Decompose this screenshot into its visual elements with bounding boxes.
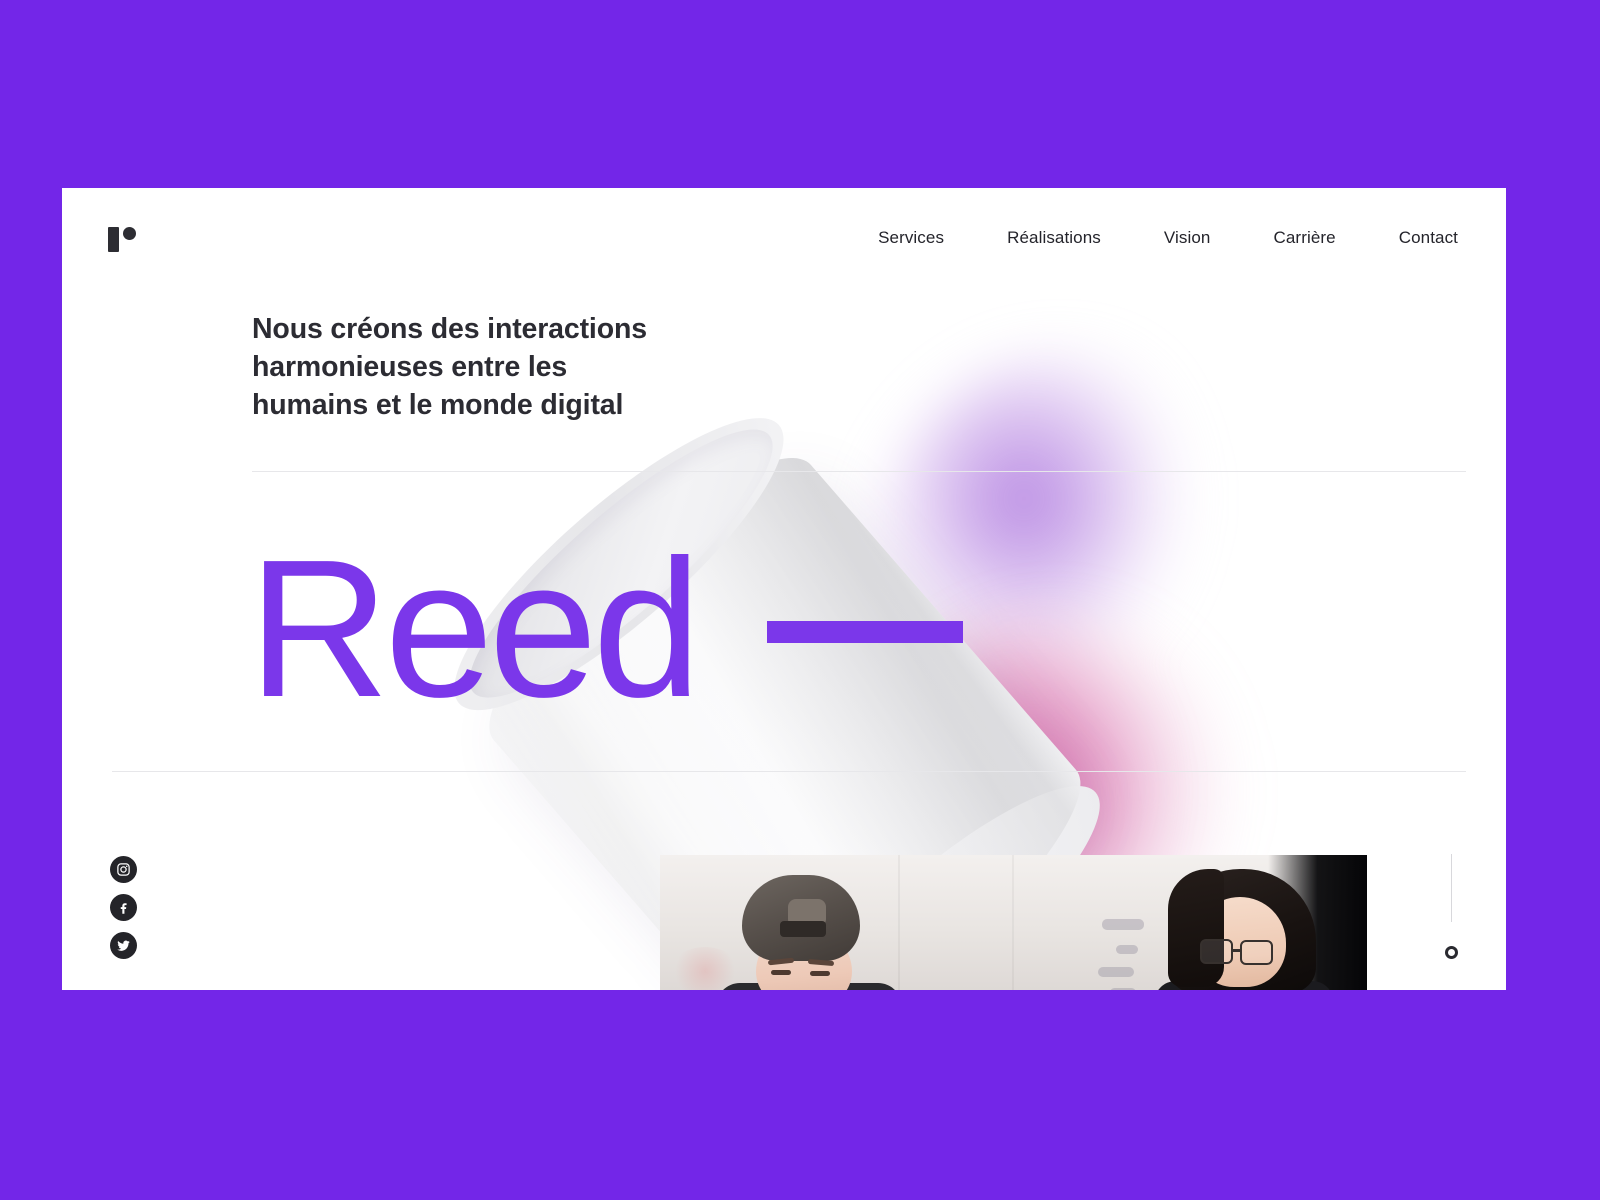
scroll-indicator-line (1451, 854, 1452, 922)
photo-person-right-glasses-lens (1200, 939, 1233, 964)
nav-item-vision[interactable]: Vision (1164, 220, 1211, 256)
nav-item-realisations[interactable]: Réalisations (1007, 220, 1101, 256)
team-photo (660, 855, 1367, 990)
site-header: Services Réalisations Vision Carrière Co… (62, 188, 1506, 288)
brand-wordmark: Reed (248, 531, 963, 727)
facebook-icon[interactable] (110, 894, 137, 921)
nav-item-contact[interactable]: Contact (1399, 220, 1458, 256)
photo-whiteboard-note (1110, 988, 1136, 990)
photo-highlight (670, 947, 740, 990)
scroll-dot-icon[interactable] (1445, 946, 1458, 959)
social-rail (110, 856, 137, 959)
instagram-icon[interactable] (110, 856, 137, 883)
divider-bottom (112, 771, 1466, 772)
photo-person-left-cap-strap (780, 921, 826, 937)
wordmark-dash-icon (766, 621, 963, 643)
hero-card: Services Réalisations Vision Carrière Co… (62, 188, 1506, 990)
divider-top (252, 471, 1466, 472)
photo-whiteboard-note (1116, 945, 1138, 954)
photo-person-right-hair-front (1168, 869, 1224, 987)
logo-dot-shape (123, 227, 136, 240)
logo-bar-shape (108, 227, 119, 252)
photo-whiteboard-note (1102, 919, 1144, 930)
nav-item-carriere[interactable]: Carrière (1274, 220, 1336, 256)
nav-item-services[interactable]: Services (878, 220, 944, 256)
reed-logo-mark-icon[interactable] (108, 227, 148, 253)
photo-wall-seam (1012, 855, 1014, 990)
photo-person-left-eye (810, 971, 830, 976)
photo-person-right-glasses-bridge (1232, 949, 1242, 952)
twitter-icon[interactable] (110, 932, 137, 959)
wordmark-text: Reed (248, 519, 702, 738)
main-nav: Services Réalisations Vision Carrière Co… (878, 220, 1458, 256)
photo-wall-seam (898, 855, 900, 990)
team-photo-image (660, 855, 1367, 990)
photo-person-left-eye (771, 970, 791, 975)
hero-content: Nous créons des interactions harmonieuse… (62, 188, 1506, 990)
photo-whiteboard-note (1098, 967, 1134, 977)
photo-person-right-glasses-lens (1240, 940, 1273, 965)
hero-headline: Nous créons des interactions harmonieuse… (252, 313, 647, 421)
page-background: Services Réalisations Vision Carrière Co… (0, 0, 1600, 1200)
scroll-indicator (1445, 854, 1458, 959)
